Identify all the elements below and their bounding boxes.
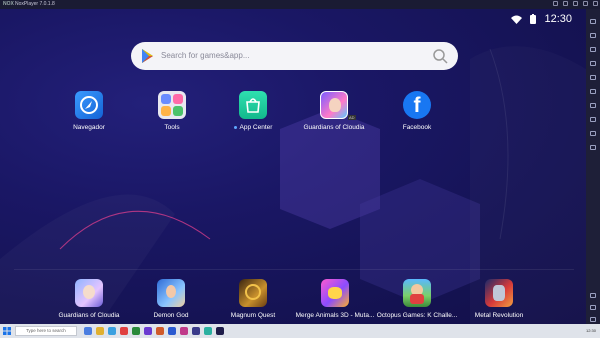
maximize-icon[interactable]	[583, 1, 588, 6]
toolbar-icon[interactable]	[590, 33, 596, 38]
wifi-icon	[511, 15, 523, 24]
play-store-icon	[142, 49, 153, 63]
app-label: Octopus Games: K Challe...	[376, 312, 458, 319]
taskbar-app-icon[interactable]	[84, 327, 92, 335]
app-label: App Center	[239, 124, 273, 131]
toolbar-icon[interactable]	[590, 47, 596, 52]
app-label: Guardians of Cloudia	[303, 124, 365, 131]
app-label: Magnum Quest	[230, 312, 276, 319]
taskbar-app-icon[interactable]	[204, 327, 212, 335]
back-icon[interactable]	[590, 293, 596, 298]
android-home-screen: 12:30 Search for games&app... Navegador	[0, 9, 586, 324]
home-icon[interactable]	[590, 305, 596, 310]
app-label: Demon God	[153, 312, 189, 319]
taskbar-app-icon[interactable]	[96, 327, 104, 335]
taskbar-app-icon[interactable]	[144, 327, 152, 335]
toolbar-icon[interactable]	[590, 89, 596, 94]
nox-logo: NOX	[3, 1, 14, 7]
ad-badge: AD	[348, 115, 356, 120]
taskbar-app-icon[interactable]	[132, 327, 140, 335]
status-bar: 12:30	[511, 11, 572, 27]
tools-folder-icon	[158, 91, 186, 119]
toolbar-icon[interactable]	[590, 131, 596, 136]
taskbar-app-icon[interactable]	[180, 327, 188, 335]
nox-sidebar	[586, 9, 600, 324]
menu-icon[interactable]	[553, 1, 558, 6]
app-label: Metal Revolution	[474, 312, 524, 319]
browser-icon	[75, 91, 103, 119]
app-center-icon	[239, 91, 267, 119]
window-title: NoxPlayer 7.0.1.8	[15, 1, 55, 7]
toolbar-icon[interactable]	[590, 117, 596, 122]
app-tools[interactable]: Tools	[127, 91, 217, 131]
app-label: Merge Animals 3D - Muta...	[295, 312, 375, 319]
app-facebook[interactable]: f Facebook	[372, 91, 462, 131]
search-bar[interactable]: Search for games&app...	[131, 42, 458, 70]
app-app-center[interactable]: App Center	[208, 91, 298, 131]
game-icon	[403, 279, 431, 307]
taskbar-search-input[interactable]: Type here to search	[15, 326, 77, 336]
game-icon	[321, 279, 349, 307]
toolbar-icon[interactable]	[590, 145, 596, 150]
new-indicator-dot	[233, 125, 237, 129]
app-navegador[interactable]: Navegador	[44, 91, 134, 131]
search-icon[interactable]	[432, 48, 448, 64]
dock-divider	[14, 269, 574, 270]
close-icon[interactable]	[593, 1, 598, 6]
dock-app-guardians-of-cloudia[interactable]: Guardians of Cloudia	[44, 279, 134, 319]
settings-icon[interactable]	[563, 1, 568, 6]
app-label: Guardians of Cloudia	[58, 312, 120, 319]
taskbar-app-icon[interactable]	[192, 327, 200, 335]
search-placeholder: Search for games&app...	[161, 51, 250, 60]
game-icon	[320, 91, 348, 119]
nox-taskbar-icon[interactable]	[216, 327, 224, 335]
app-label: Tools	[164, 124, 180, 131]
taskbar-app-icon[interactable]	[156, 327, 164, 335]
game-icon	[75, 279, 103, 307]
windows-taskbar: Type here to search 12:30	[0, 324, 600, 338]
dock-app-merge-animals-3d[interactable]: Merge Animals 3D - Muta...	[290, 279, 380, 319]
taskbar-app-icon[interactable]	[168, 327, 176, 335]
dock-app-magnum-quest[interactable]: Magnum Quest	[208, 279, 298, 319]
taskbar-app-icon[interactable]	[120, 327, 128, 335]
toolbar-icon[interactable]	[590, 103, 596, 108]
toolbar-icon[interactable]	[590, 19, 596, 24]
app-label: Facebook	[402, 124, 432, 131]
dock-app-demon-god[interactable]: Demon God	[126, 279, 216, 319]
game-icon	[239, 279, 267, 307]
app-label: Navegador	[73, 124, 105, 131]
toolbar-icon[interactable]	[590, 75, 596, 80]
recent-apps-icon[interactable]	[590, 317, 596, 322]
dock-app-metal-revolution[interactable]: Metal Revolution	[454, 279, 544, 319]
game-icon	[485, 279, 513, 307]
taskbar-clock: 12:30	[585, 328, 596, 333]
facebook-icon: f	[403, 91, 431, 119]
title-bar: NOX NoxPlayer 7.0.1.8	[0, 0, 600, 9]
battery-icon	[530, 14, 537, 24]
windows-start-icon[interactable]	[3, 327, 11, 335]
status-clock: 12:30	[544, 13, 572, 25]
taskbar-app-icon[interactable]	[108, 327, 116, 335]
app-guardians-of-cloudia[interactable]: AD Guardians of Cloudia	[289, 91, 379, 131]
toolbar-icon[interactable]	[590, 61, 596, 66]
game-icon	[157, 279, 185, 307]
minimize-icon[interactable]	[573, 1, 578, 6]
dock-app-octopus-games[interactable]: Octopus Games: K Challe...	[372, 279, 462, 319]
nox-player-window: NOX NoxPlayer 7.0.1.8 12:30 Search for g…	[0, 0, 600, 338]
